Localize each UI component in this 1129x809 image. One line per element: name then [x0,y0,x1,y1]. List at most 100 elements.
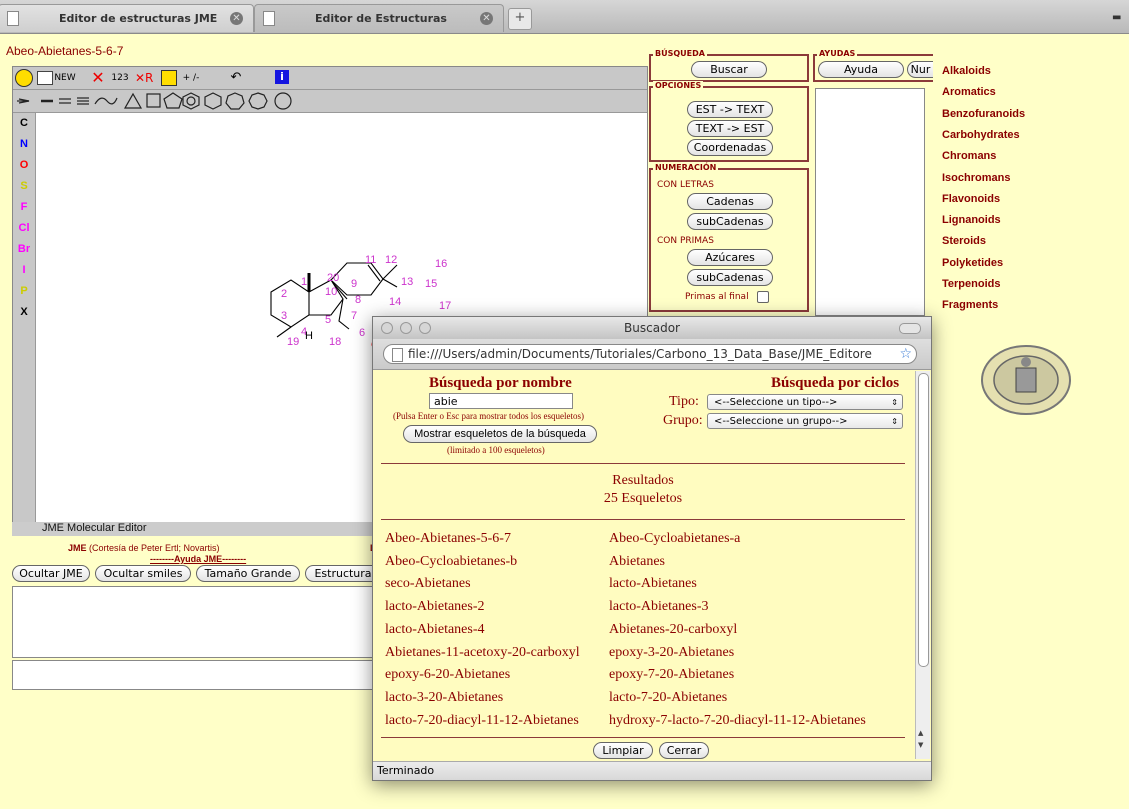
atom-s-button[interactable]: S [13,176,35,197]
result-link[interactable]: Abietanes [609,554,665,570]
new-tab-button[interactable]: + [508,8,532,30]
structure-button[interactable]: Estructura [305,565,381,582]
close-window-icon[interactable] [381,322,393,334]
number-button[interactable]: 123 [109,69,131,87]
numeracion-help-button[interactable]: Nur [907,61,933,78]
atom-number: 17 [439,300,451,312]
atom-cl-button[interactable]: Cl [13,218,35,239]
zoom-window-icon[interactable] [419,322,431,334]
atom-c-button[interactable]: C [13,113,35,134]
result-link[interactable]: lacto-7-20-Abietanes [609,690,727,706]
limpiar-button[interactable]: Limpiar [593,742,653,759]
jme-credit: JME (Cortesía de Peter Ertl; Novartis) [68,543,220,553]
atom-number: 19 [287,336,299,348]
smiles-textarea[interactable] [12,586,386,658]
cerrar-button[interactable]: Cerrar [659,742,709,759]
scroll-up-icon[interactable]: ▲ [918,729,923,737]
primas-final-checkbox[interactable] [757,291,769,303]
delete-icon[interactable]: ✕ [89,69,107,87]
category-link-aromatics[interactable]: Aromatics [942,86,996,98]
scroll-down-icon[interactable]: ▼ [918,741,923,749]
category-link-polyketides[interactable]: Polyketides [942,257,1003,269]
charge-button[interactable]: + /- [181,69,201,87]
result-link[interactable]: seco-Abietanes [385,576,471,592]
new-button[interactable]: NEW [53,69,77,87]
atom-x-button[interactable]: X [13,302,35,323]
toolbar-toggle-icon[interactable] [899,323,921,334]
ayuda-button[interactable]: Ayuda [818,61,904,78]
category-link-lignanoids[interactable]: Lignanoids [942,214,1001,226]
buscador-window: Buscador file:///Users/admin/Documents/T… [372,316,932,781]
undo-icon[interactable]: ↶ [227,69,245,87]
result-link[interactable]: hydroxy-7-lacto-7-20-diacyl-11-12-Abieta… [609,713,866,729]
url-field[interactable]: file:///Users/admin/Documents/Tutoriales… [383,344,917,364]
result-link[interactable]: epoxy-3-20-Abietanes [609,645,734,661]
result-link[interactable]: lacto-7-20-diacyl-11-12-Abietanes [385,713,579,729]
atom-i-button[interactable]: I [13,260,35,281]
minimize-window-icon[interactable] [400,322,412,334]
result-link[interactable]: lacto-Abietanes-4 [385,622,485,638]
result-link[interactable]: Abeo-Cycloabietanes-b [385,554,517,570]
atom-n-button[interactable]: N [13,134,35,155]
delete-group-icon[interactable]: ✕R [135,69,153,87]
scrollbar[interactable]: ▲ ▼ [915,371,930,759]
query-icon[interactable] [161,70,177,86]
est-to-text-button[interactable]: EST -> TEXT [687,101,773,118]
hide-smiles-button[interactable]: Ocultar smiles [95,565,191,582]
result-link[interactable]: lacto-Abietanes-2 [385,599,485,615]
grupo-select[interactable]: <--Seleccione un grupo--> ⇕ [707,413,903,429]
rectangle-icon[interactable] [37,71,53,85]
close-tab-icon[interactable]: ✕ [230,12,243,25]
ayudas-title: AYUDAS [817,49,858,58]
subcadenas-primas-button[interactable]: subCadenas [687,269,773,286]
azucares-button[interactable]: Azúcares [687,249,773,266]
category-link-carbohydrates[interactable]: Carbohydrates [942,129,1020,141]
mostrar-esqueletos-button[interactable]: Mostrar esqueletos de la búsqueda [403,425,597,443]
atom-f-button[interactable]: F [13,197,35,218]
tab-editor-jme[interactable]: Editor de estructuras JME ✕ [0,4,254,32]
smiley-icon[interactable] [15,69,33,87]
search-input[interactable]: abie [429,393,573,409]
category-link-fragments[interactable]: Fragments [942,299,998,311]
ayudas-panel: AYUDAS Ayuda Nur [813,49,933,82]
large-size-button[interactable]: Tamaño Grande [196,565,300,582]
atom-o-button[interactable]: O [13,155,35,176]
category-link-flavonoids[interactable]: Flavonoids [942,193,1000,205]
hydrogen-label: H [305,330,313,342]
bond-ring-icons[interactable] [13,90,313,112]
category-link-terpenoids[interactable]: Terpenoids [942,278,1000,290]
scrollbar-thumb[interactable] [918,373,929,667]
bookmark-star-icon[interactable]: ☆ [899,345,912,363]
jme-help-link[interactable]: --------Ayuda JME-------- [150,554,246,564]
category-link-chromans[interactable]: Chromans [942,150,996,162]
result-link[interactable]: Abeo-Abietanes-5-6-7 [385,531,511,547]
result-link[interactable]: Abietanes-11-acetoxy-20-carboxyl [385,645,580,661]
buscar-button[interactable]: Buscar [691,61,767,78]
category-link-isochromans[interactable]: Isochromans [942,172,1010,184]
close-tab-icon[interactable]: ✕ [480,12,493,25]
category-link-steroids[interactable]: Steroids [942,235,986,247]
result-link[interactable]: lacto-Abietanes [609,576,697,592]
ayudas-list[interactable] [815,88,925,316]
atom-br-button[interactable]: Br [13,239,35,260]
category-link-alkaloids[interactable]: Alkaloids [942,65,991,77]
tab-editor-estructuras[interactable]: Editor de Estructuras ✕ [254,4,504,32]
cadenas-button[interactable]: Cadenas [687,193,773,210]
result-link[interactable]: epoxy-6-20-Abietanes [385,667,510,683]
atom-p-button[interactable]: P [13,281,35,302]
text-to-est-button[interactable]: TEXT -> EST [687,120,773,137]
subcadenas-button[interactable]: subCadenas [687,213,773,230]
hide-jme-button[interactable]: Ocultar JME [12,565,90,582]
result-link[interactable]: lacto-Abietanes-3 [609,599,709,615]
category-link-benzofuranoids[interactable]: Benzofuranoids [942,108,1025,120]
tab-overflow-icon[interactable]: ▬ [1112,12,1124,23]
result-link[interactable]: lacto-3-20-Abietanes [385,690,503,706]
coordenadas-button[interactable]: Coordenadas [687,139,773,156]
tipo-select[interactable]: <--Seleccione un tipo--> ⇕ [707,394,903,410]
info-icon[interactable]: i [275,70,289,84]
result-link[interactable]: Abietanes-20-carboxyl [609,622,737,638]
smiles-input[interactable] [12,660,386,690]
molecule-title: Abeo-Abietanes-5-6-7 [6,44,124,58]
result-link[interactable]: Abeo-Cycloabietanes-a [609,531,740,547]
result-link[interactable]: epoxy-7-20-Abietanes [609,667,734,683]
